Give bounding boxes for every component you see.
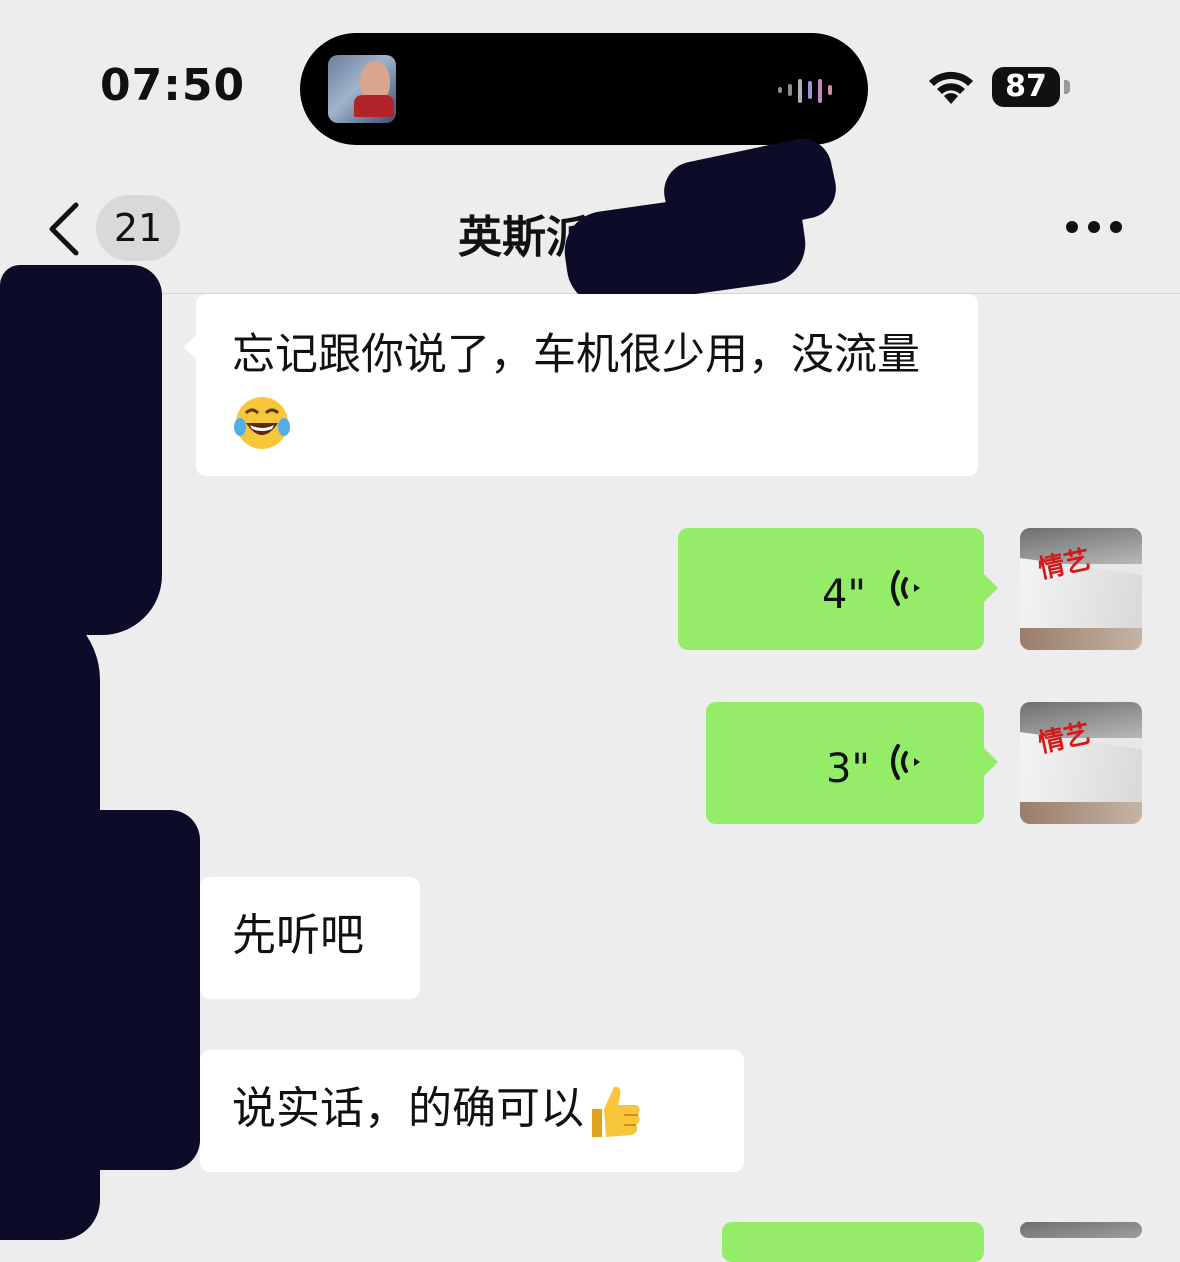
voice-duration: 4" <box>822 572 866 618</box>
self-avatar[interactable]: 情艺 <box>1020 702 1142 824</box>
audio-waveform-icon <box>778 77 842 103</box>
wifi-icon <box>929 71 973 104</box>
more-options-icon[interactable] <box>1066 221 1126 235</box>
message-text-content: 说实话，的确可以 <box>232 1083 584 1134</box>
album-cover-icon[interactable] <box>328 55 396 123</box>
status-bar: 07:50 87 <box>0 0 1180 175</box>
self-avatar[interactable]: 情艺 <box>1020 528 1142 650</box>
sent-voice-message[interactable]: 3" <box>706 702 998 824</box>
status-time: 07:50 <box>100 60 246 111</box>
message-text: 说实话，的确可以 <box>200 1050 744 1169</box>
thumbs-up-emoji-icon <box>592 1086 640 1137</box>
received-message-bubble[interactable]: 先听吧 <box>200 877 420 999</box>
self-avatar[interactable] <box>1020 1222 1142 1238</box>
sent-voice-message[interactable]: 4" <box>678 528 998 650</box>
message-text: 忘记跟你说了，车机很少用，没流量 <box>196 294 978 481</box>
received-message-bubble[interactable]: 忘记跟你说了，车机很少用，没流量 <box>184 294 978 476</box>
dynamic-island[interactable] <box>300 33 868 145</box>
message-text: 先听吧 <box>232 910 364 961</box>
message-text-content: 忘记跟你说了，车机很少用，没流量 <box>232 330 920 380</box>
voice-duration: 3" <box>826 746 870 792</box>
laughing-tears-emoji-icon <box>234 396 290 449</box>
redaction-mark <box>0 265 162 635</box>
received-message-bubble[interactable]: 说实话，的确可以 <box>200 1050 744 1172</box>
battery-tip-icon <box>1064 80 1070 94</box>
battery-indicator: 87 <box>992 67 1060 107</box>
voice-wave-icon <box>891 744 920 780</box>
voice-wave-icon <box>891 570 920 606</box>
sent-message-bubble-partial[interactable] <box>722 1222 984 1262</box>
redaction-mark <box>60 810 200 1170</box>
